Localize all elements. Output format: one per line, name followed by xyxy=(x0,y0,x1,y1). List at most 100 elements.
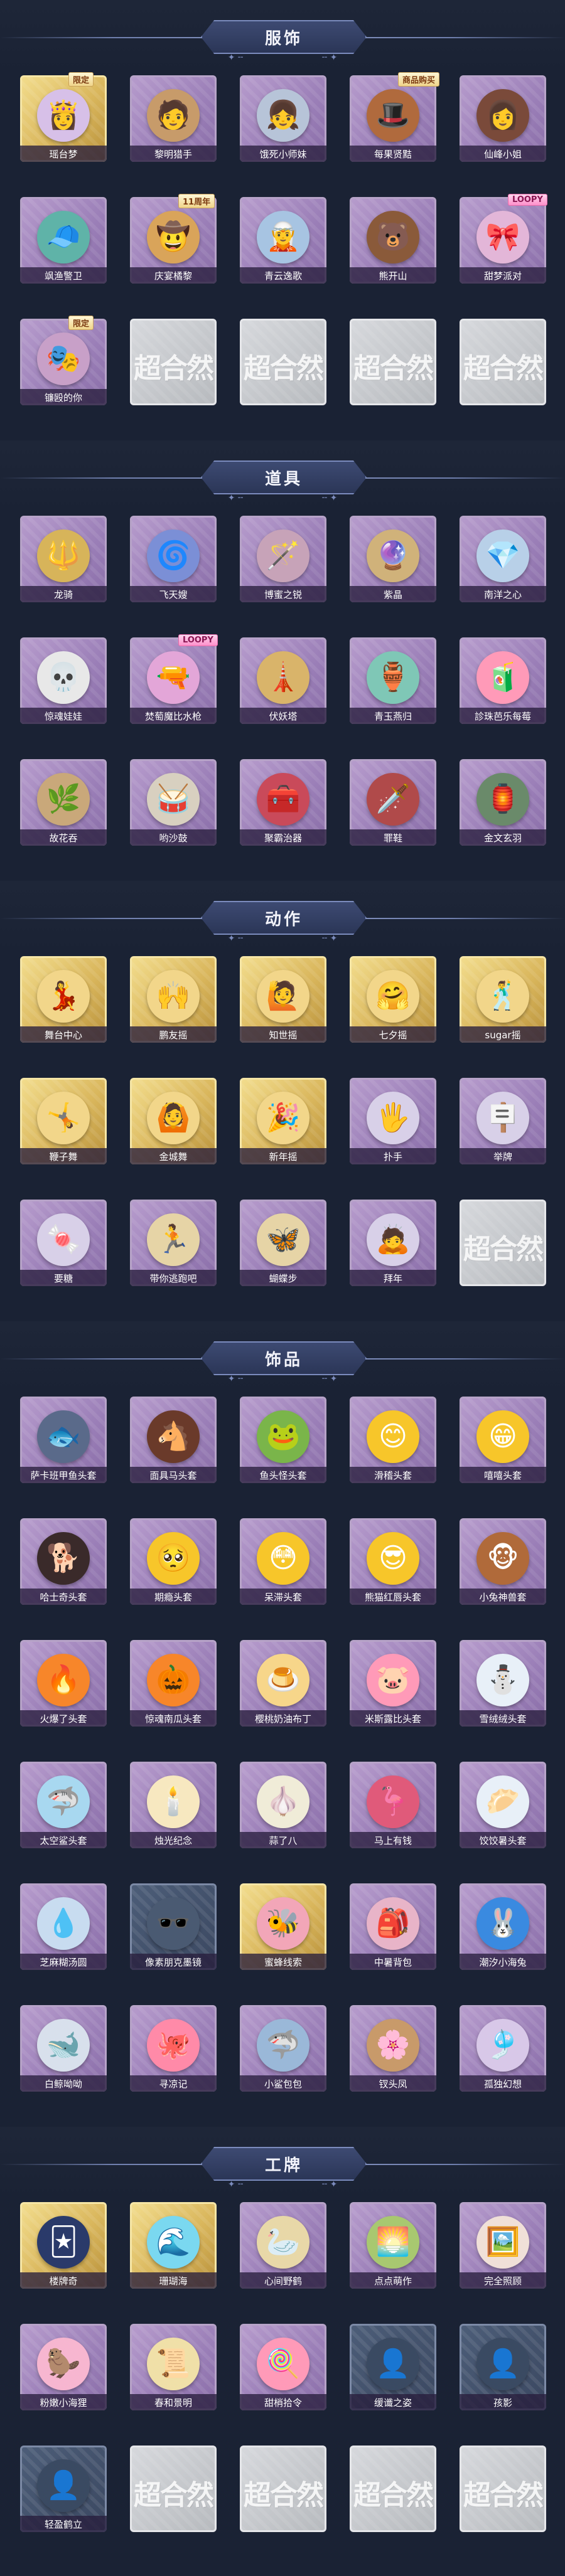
item-tile[interactable]: 📜 春和景明 xyxy=(130,2324,217,2410)
item-tile[interactable]: 🔫 焚萄魔比水枪 LOOPY xyxy=(130,634,218,724)
item-tile[interactable]: 🗼 伏妖塔 xyxy=(240,637,326,724)
item-tile[interactable]: 🥺 期瘾头套 xyxy=(130,1518,217,1605)
item-tile[interactable]: 🎉 新年摇 xyxy=(240,1078,326,1164)
item-tile[interactable]: 👤 孩影 xyxy=(460,2324,546,2410)
item-tile[interactable]: 🐝 蜜蜂线索 xyxy=(240,1883,326,1970)
item-tile[interactable]: 🎒 中暑背包 xyxy=(350,1883,436,1970)
item-tile[interactable]: 🐰 潮汐小海兔 xyxy=(460,1883,546,1970)
item-label: 熊猫红唇头套 xyxy=(350,1589,436,1605)
item-tile[interactable]: 🐋 白鲸呦呦 xyxy=(20,2005,107,2092)
item-tile[interactable]: 🥟 饺饺暑头套 xyxy=(460,1762,546,1848)
item-tile[interactable]: 🗡️ 罪鞋 xyxy=(350,759,436,846)
item-tile[interactable]: 🧝 青云逸歌 xyxy=(240,197,326,284)
item-icon: 🙌 xyxy=(147,969,200,1023)
item-tile[interactable]: 🧑 黎明猎手 xyxy=(130,75,217,162)
item-tile[interactable]: 🪧 举牌 xyxy=(460,1078,546,1164)
item-tile[interactable]: 👧 饿死小师妹 xyxy=(240,75,326,162)
item-tile[interactable]: 🐕 哈士奇头套 xyxy=(20,1518,107,1605)
item-tile[interactable]: 🎃 惊魂南瓜头套 xyxy=(130,1640,217,1727)
item-tile[interactable]: 🃏 楼牌奇 xyxy=(20,2202,107,2289)
item-tile[interactable]: 🐵 小兔神兽套 xyxy=(460,1518,546,1605)
item-tile[interactable]: 🧃 診珠芭乐每莓 xyxy=(460,637,546,724)
item-icon: 🎭 xyxy=(37,332,90,385)
item-tile[interactable]: 😊 滑稽头套 xyxy=(350,1397,436,1483)
item-tile[interactable]: 🦋 蝴蝶步 xyxy=(240,1200,326,1286)
item-label: 聚霸治器 xyxy=(240,829,326,846)
item-tile[interactable]: 🥁 哟沙鼓 xyxy=(130,759,217,846)
item-icon: 🎐 xyxy=(476,2018,529,2072)
item-tile[interactable]: 🦫 粉嫩小海狸 xyxy=(20,2324,107,2410)
item-label: 萨卡班甲鱼头套 xyxy=(20,1467,107,1483)
item-tile[interactable]: 🤗 七夕摇 xyxy=(350,956,436,1043)
item-tile[interactable]: 🦈 太空鲨头套 xyxy=(20,1762,107,1848)
item-tile[interactable]: 🍭 甜梢拾令 xyxy=(240,2324,326,2410)
item-tile[interactable]: 🦈 小鲨包包 xyxy=(240,2005,326,2092)
item-tile[interactable]: 🕺 sugar摇 xyxy=(460,956,546,1043)
item-tile[interactable]: 🪄 博蜜之锐 xyxy=(240,516,326,602)
item-tile[interactable]: 🎐 孤独幻想 xyxy=(460,2005,546,2092)
item-tile[interactable]: 😳 呆滞头套 xyxy=(240,1518,326,1605)
item-tile[interactable]: 👤 轻盈鹤立 xyxy=(20,2446,107,2532)
item-tile[interactable]: 🤸 鞭子舞 xyxy=(20,1078,107,1164)
item-label: 蜜蜂线索 xyxy=(240,1954,326,1970)
item-tile[interactable]: 👸 瑶台梦 限定 xyxy=(20,72,107,162)
item-label: 带你逃跑吧 xyxy=(130,1270,217,1286)
item-tile[interactable]: 🧄 蒜了八 xyxy=(240,1762,326,1848)
item-tile[interactable]: 🙋 知世摇 xyxy=(240,956,326,1043)
section-header: 工牌 ✦ ╌ ╌ ✦ xyxy=(0,2127,565,2202)
item-tile[interactable]: 🐴 面具马头套 xyxy=(130,1397,217,1483)
item-tile[interactable]: 🐸 鱼头怪头套 xyxy=(240,1397,326,1483)
item-tile[interactable]: 🙇 拜年 xyxy=(350,1200,436,1286)
item-badge: LOOPY xyxy=(178,634,218,646)
item-tile[interactable]: 🙆 金城舞 xyxy=(130,1078,217,1164)
item-tile[interactable]: 🧰 聚霸治器 xyxy=(240,759,326,846)
item-icon: 💃 xyxy=(37,969,90,1023)
item-tile[interactable]: 🔮 紫晶 xyxy=(350,516,436,602)
section-title: 饰品 xyxy=(264,1350,303,1370)
item-tile[interactable]: 🐟 萨卡班甲鱼头套 xyxy=(20,1397,107,1483)
item-label: 缓谶之姿 xyxy=(350,2394,436,2410)
item-tile[interactable]: 🎀 甜梦派对 LOOPY xyxy=(460,194,547,284)
item-icon: 😳 xyxy=(257,1531,309,1585)
item-tile[interactable]: 🌿 故花吞 xyxy=(20,759,107,846)
item-tile[interactable]: 🏺 青玉燕归 xyxy=(350,637,436,724)
item-tile[interactable]: 🔱 龙骑 xyxy=(20,516,107,602)
item-tile[interactable]: 💃 舞台中心 xyxy=(20,956,107,1043)
item-tile[interactable]: 🌅 点点萌作 xyxy=(350,2202,436,2289)
item-label: 舞台中心 xyxy=(20,1026,107,1043)
item-tile[interactable]: 🌸 钗头凤 xyxy=(350,2005,436,2092)
item-icon: 🐵 xyxy=(476,1531,529,1585)
item-tile[interactable]: 🕯️ 烛光纪念 xyxy=(130,1762,217,1848)
item-tile[interactable]: 🎭 镰殴的你 限定 xyxy=(20,316,107,405)
section-title: 工牌 xyxy=(264,2156,303,2175)
item-tile[interactable]: 🔥 火爆了头套 xyxy=(20,1640,107,1727)
item-tile[interactable]: 🦩 马上有钱 xyxy=(350,1762,436,1848)
ornament-icon: ✦ ╌ xyxy=(227,53,244,63)
item-tile[interactable]: 🕶️ 像素朋克墨镜 xyxy=(130,1883,217,1970)
item-tile[interactable]: 🐻 熊开山 xyxy=(350,197,436,284)
item-tile[interactable]: 🙌 鹏友摇 xyxy=(130,956,217,1043)
item-tile[interactable]: 🖼️ 完全照顾 xyxy=(460,2202,546,2289)
item-tile[interactable]: 🏃 带你逃跑吧 xyxy=(130,1200,217,1286)
item-tile[interactable]: 🎩 每果贤黠 商品购买 xyxy=(350,72,440,162)
item-tile[interactable]: 🧢 飒渔警卫 xyxy=(20,197,107,284)
item-tile[interactable]: 🤠 庆宴橘黎 11周年 xyxy=(130,194,217,284)
item-tile[interactable]: 🍬 要糖 xyxy=(20,1200,107,1286)
item-tile[interactable]: 🦢 心间野鹤 xyxy=(240,2202,326,2289)
item-tile[interactable]: 🖐️ 扑手 xyxy=(350,1078,436,1164)
item-tile[interactable]: 😎 熊猫红唇头套 xyxy=(350,1518,436,1605)
item-tile[interactable]: 💧 芝麻糊汤圆 xyxy=(20,1883,107,1970)
item-tile[interactable]: 😁 嘻嘻头套 xyxy=(460,1397,546,1483)
item-tile[interactable]: 💎 南洋之心 xyxy=(460,516,546,602)
item-tile[interactable]: 🐙 寻凉记 xyxy=(130,2005,217,2092)
item-tile[interactable]: 🏮 金文玄羽 xyxy=(460,759,546,846)
item-label: 診珠芭乐每莓 xyxy=(460,708,546,724)
item-tile[interactable]: 👩 仙峰小姐 xyxy=(460,75,546,162)
item-tile[interactable]: 🌊 珊瑚海 xyxy=(130,2202,217,2289)
item-tile[interactable]: ⛄ 雪绒绒头套 xyxy=(460,1640,546,1727)
item-tile[interactable]: 💀 惊魂娃娃 xyxy=(20,637,107,724)
item-tile[interactable]: 🌀 飞天嫂 xyxy=(130,516,217,602)
item-tile[interactable]: 🍮 樱桃奶油布丁 xyxy=(240,1640,326,1727)
item-tile[interactable]: 👤 缓谶之姿 xyxy=(350,2324,436,2410)
item-tile[interactable]: 🐷 米斯露比头套 xyxy=(350,1640,436,1727)
